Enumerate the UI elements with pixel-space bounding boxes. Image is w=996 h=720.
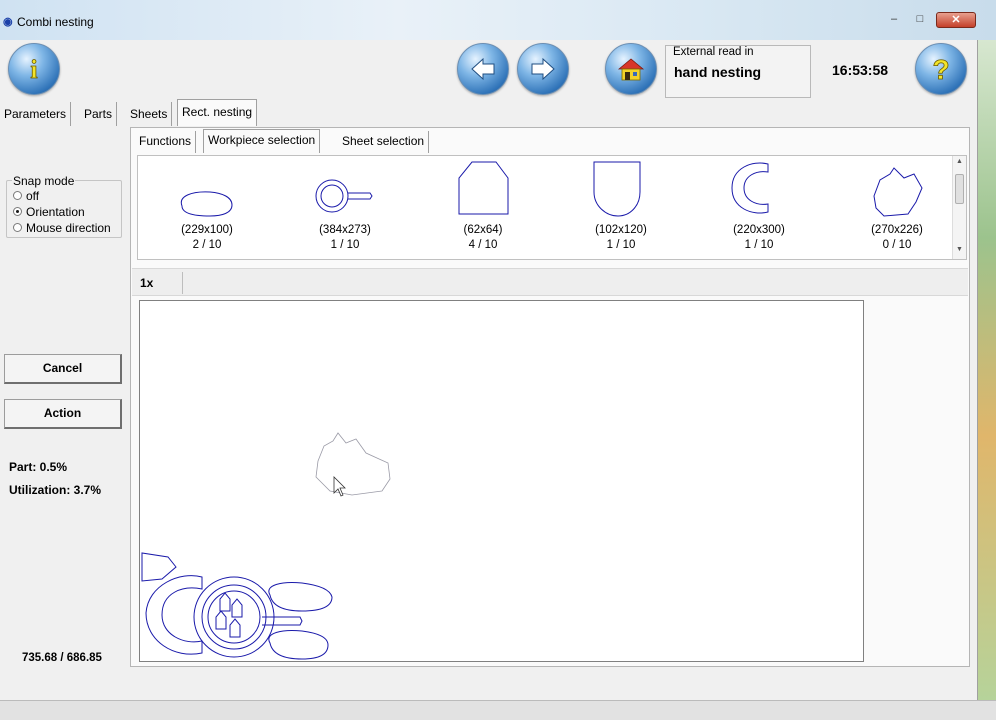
- cursor-coordinates: 735.68 / 686.85: [22, 652, 102, 664]
- c-shape-icon: [731, 162, 769, 214]
- workpiece-item[interactable]: (220x300) 1 / 10: [704, 156, 814, 256]
- workpiece-dimensions: (270x226): [871, 224, 923, 236]
- workpiece-item[interactable]: (229x100) 2 / 10: [152, 156, 262, 256]
- help-button[interactable]: ?: [915, 43, 967, 95]
- external-read-value: hand nesting: [674, 64, 762, 80]
- workpiece-dimensions: (220x300): [733, 224, 785, 236]
- svg-text:?: ?: [932, 54, 949, 84]
- zoom-bar: 1x: [132, 268, 968, 296]
- workpiece-dimensions: (229x100): [181, 224, 233, 236]
- house-shape-icon: [458, 161, 509, 215]
- maximize-button[interactable]: □: [908, 12, 932, 28]
- snap-option-mouse-direction[interactable]: Mouse direction: [13, 221, 123, 237]
- title-bar: ◉ Combi nesting – □ ✕: [0, 0, 996, 40]
- radio-orientation[interactable]: [13, 207, 22, 217]
- workpiece-item[interactable]: (62x64) 4 / 10: [428, 156, 538, 256]
- close-button[interactable]: ✕: [936, 12, 976, 28]
- arrow-left-icon: [471, 57, 495, 81]
- workpiece-dimensions: (102x120): [595, 224, 647, 236]
- snap-option-off[interactable]: off: [13, 189, 123, 205]
- minimize-button[interactable]: –: [882, 12, 906, 28]
- snap-mode-group: Snap mode off Orientation Mouse directio…: [6, 174, 123, 238]
- ring-handle-shape-icon: [315, 179, 373, 213]
- tab-functions[interactable]: Functions: [135, 131, 197, 153]
- arrow-right-icon: [531, 57, 555, 81]
- svg-text:i: i: [30, 55, 37, 84]
- workpiece-count: 1 / 10: [330, 239, 360, 251]
- teardrop-shape-icon: [180, 191, 233, 217]
- workpiece-item[interactable]: (102x120) 1 / 10: [566, 156, 676, 256]
- scroll-thumb[interactable]: [955, 174, 964, 204]
- part-percentage: Part: 0.5%: [9, 460, 68, 474]
- home-button[interactable]: [605, 43, 657, 95]
- snap-option-orientation[interactable]: Orientation: [13, 205, 123, 221]
- workpiece-dimensions: (62x64): [463, 224, 503, 236]
- workpiece-item[interactable]: (270x226) 0 / 10: [842, 156, 952, 256]
- radio-mouse-direction[interactable]: [13, 223, 22, 233]
- info-icon: i: [30, 55, 38, 84]
- snap-option-label: Mouse direction: [26, 221, 111, 235]
- zoom-level[interactable]: 1x: [140, 276, 153, 290]
- help-icon: ?: [932, 54, 950, 84]
- tab-sheets[interactable]: Sheets: [126, 102, 173, 126]
- snap-mode-legend: Snap mode: [12, 174, 76, 188]
- workpiece-item[interactable]: (384x273) 1 / 10: [290, 156, 400, 256]
- dragged-workpiece-outline: [315, 432, 391, 496]
- nested-parts-drawing: [141, 432, 391, 660]
- app-icon: ◉: [3, 16, 13, 28]
- workpiece-count: 1 / 10: [606, 239, 636, 251]
- tab-sheet-selection[interactable]: Sheet selection: [338, 131, 430, 153]
- taskbar-strip: [0, 700, 996, 720]
- workpiece-count: 2 / 10: [192, 239, 222, 251]
- scroll-up-icon[interactable]: ▲: [956, 158, 963, 165]
- forward-button[interactable]: [517, 43, 569, 95]
- tab-workpiece-selection[interactable]: Workpiece selection: [203, 129, 321, 153]
- tab-parameters[interactable]: Parameters: [0, 102, 72, 126]
- home-icon: [617, 58, 645, 81]
- clock: 16:53:58: [832, 62, 889, 78]
- external-read-label: External read in: [673, 46, 754, 58]
- scroll-down-icon[interactable]: ▼: [956, 246, 963, 253]
- workpiece-dimensions: (384x273): [319, 224, 371, 236]
- tab-rect-nesting[interactable]: Rect. nesting: [177, 99, 258, 126]
- utilization-percentage: Utilization: 3.7%: [9, 483, 102, 497]
- zoom-divider: [182, 272, 183, 294]
- snap-option-label: off: [26, 189, 40, 203]
- snap-option-label: Orientation: [26, 205, 85, 219]
- desktop-background: [978, 40, 996, 700]
- workpiece-count: 4 / 10: [468, 239, 498, 251]
- cloud-shape-icon: [873, 167, 923, 217]
- radio-off[interactable]: [13, 191, 22, 201]
- workpiece-count: 0 / 10: [882, 239, 912, 251]
- info-button[interactable]: i: [8, 43, 60, 95]
- shield-shape-icon: [593, 161, 641, 217]
- external-read-box: External read in hand nesting: [665, 45, 811, 98]
- workpiece-scrollbar[interactable]: ▲ ▼: [952, 156, 966, 259]
- workpiece-list: (229x100) 2 / 10 (384x273) 1 / 10 (62x64…: [137, 155, 967, 260]
- action-button[interactable]: Action: [4, 399, 122, 429]
- window-title: Combi nesting: [17, 15, 94, 29]
- placed-workpieces: [141, 552, 333, 660]
- workpiece-count: 1 / 10: [744, 239, 774, 251]
- back-button[interactable]: [457, 43, 509, 95]
- nesting-sheet-canvas[interactable]: [139, 300, 864, 662]
- tab-parts[interactable]: Parts: [80, 102, 118, 126]
- cancel-button[interactable]: Cancel: [4, 354, 122, 384]
